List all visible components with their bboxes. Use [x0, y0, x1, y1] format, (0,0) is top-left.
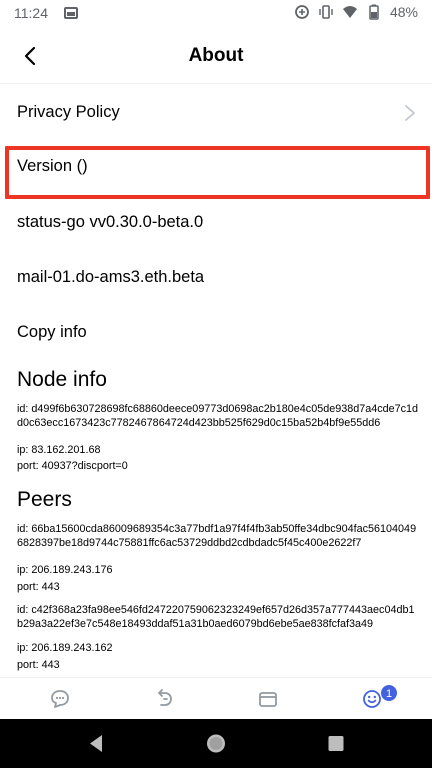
status-go-version-label: status-go vv0.30.0-beta.0	[17, 213, 204, 231]
node-id: id: d499f6b630728698fc68860deece09773d06…	[17, 403, 419, 429]
nav-home-button[interactable]	[186, 719, 246, 768]
tab-profile[interactable]: 1	[318, 678, 426, 720]
node-ip: ip: 83.162.201.68	[17, 444, 101, 456]
square-recents-icon	[328, 736, 344, 751]
toolbar: About	[0, 28, 432, 84]
peers-title: Peers	[17, 488, 72, 511]
peer-ip: ip: 206.189.243.176	[17, 564, 113, 576]
peer-port: port: 443	[17, 581, 60, 593]
peer-ip: ip: 206.189.243.162	[17, 642, 113, 654]
vibrate-icon	[319, 5, 333, 19]
status-go-version-item[interactable]: status-go vv0.30.0-beta.0	[0, 195, 432, 250]
peer-id: id: 66ba15600cda86009689354c3a77bdf1a97f…	[17, 523, 417, 549]
image-notification-icon	[64, 7, 78, 19]
dapp-browser-icon	[158, 689, 172, 706]
tab-wallet[interactable]	[214, 678, 322, 720]
mailserver-item[interactable]: mail-01.do-ams3.eth.beta	[0, 250, 432, 305]
status-time: 11:24	[14, 5, 48, 21]
nav-recents-button[interactable]	[306, 719, 366, 768]
bottom-tab-bar: 1	[0, 677, 432, 719]
privacy-policy-item[interactable]: Privacy Policy	[0, 85, 432, 140]
copy-info-label: Copy info	[17, 323, 87, 341]
nav-back-button[interactable]	[66, 719, 126, 768]
privacy-policy-label: Privacy Policy	[17, 103, 120, 121]
copy-info-item[interactable]: Copy info	[0, 305, 432, 360]
peer-port: port: 443	[17, 659, 60, 671]
version-highlight	[5, 146, 430, 199]
node-port: port: 40937?discport=0	[17, 460, 128, 472]
node-info-title: Node info	[17, 368, 107, 391]
circle-home-icon	[207, 734, 225, 753]
tab-browser[interactable]	[110, 678, 218, 720]
notification-badge: 1	[380, 684, 398, 702]
system-nav-bar	[0, 719, 432, 768]
data-saver-icon	[295, 5, 309, 19]
triangle-back-icon	[90, 735, 102, 752]
chat-bubble-icon	[51, 690, 69, 708]
status-icons: 48%	[294, 4, 418, 20]
mailserver-label: mail-01.do-ams3.eth.beta	[17, 268, 205, 286]
peer-id: id: c42f368a23fa98ee546fd247220759062323…	[17, 604, 415, 630]
page-title: About	[188, 45, 244, 66]
chevron-right-icon	[405, 105, 415, 121]
battery-icon	[369, 4, 379, 20]
tab-chats[interactable]	[6, 678, 114, 720]
battery-percent: 48%	[389, 4, 418, 20]
about-content[interactable]: Privacy Policy Version () status-go vv0.…	[0, 85, 432, 677]
status-bar: 11:24 48%	[0, 0, 432, 28]
wallet-icon	[259, 692, 277, 707]
wifi-icon	[342, 6, 357, 18]
